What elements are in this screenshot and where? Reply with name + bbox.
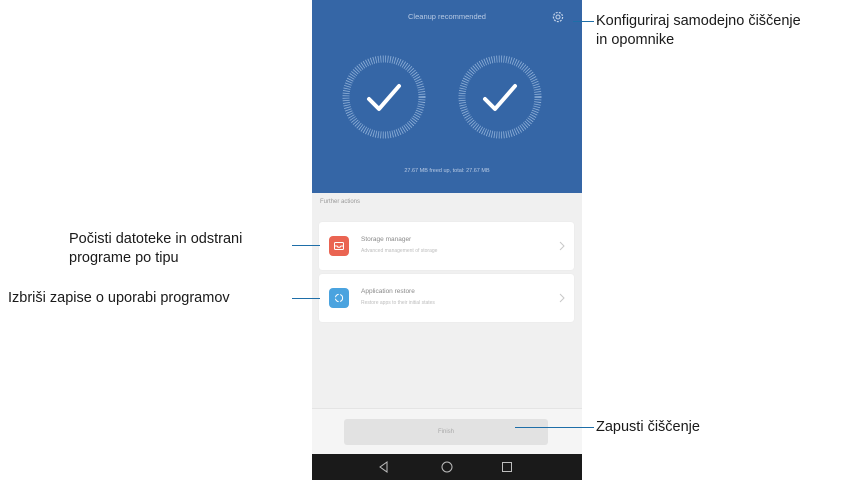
storage-callout: Počisti datoteke in odstrani programe po… bbox=[69, 230, 289, 268]
finish-leader-line bbox=[515, 427, 594, 428]
storage-callout-line-1: Počisti datoteke in odstrani bbox=[69, 231, 243, 247]
settings-callout: Konfiguriraj samodejno čiščenje in opomn… bbox=[596, 12, 801, 50]
chevron-right-icon bbox=[559, 241, 565, 251]
settings-callout-line-1: Konfiguriraj samodejno čiščenje bbox=[596, 13, 801, 29]
back-icon[interactable] bbox=[377, 460, 391, 474]
storage-leader-line bbox=[292, 245, 320, 246]
storage-manager-title: Storage manager bbox=[361, 236, 412, 243]
memory-cleaned-check-icon bbox=[342, 55, 426, 139]
application-restore-item[interactable]: Application restore Restore apps to thei… bbox=[319, 274, 574, 322]
navigation-bar bbox=[312, 454, 582, 480]
application-restore-icon bbox=[329, 288, 349, 308]
storage-manager-subtitle: Advanced management of storage bbox=[361, 248, 438, 254]
bottom-action-bar: Finish bbox=[312, 408, 582, 455]
settings-leader-line bbox=[573, 21, 594, 22]
home-icon[interactable] bbox=[440, 460, 454, 474]
application-restore-title: Application restore bbox=[361, 288, 415, 295]
recent-apps-icon[interactable] bbox=[500, 460, 514, 474]
phone-screen: Cleanup recommended 27.67 MB freed up, t… bbox=[312, 0, 582, 480]
restore-leader-line bbox=[292, 298, 320, 299]
restore-callout: Izbriši zapise o uporabi programov bbox=[8, 290, 230, 306]
settings-callout-line-2: in opomnike bbox=[596, 32, 675, 48]
cleanup-header: Cleanup recommended 27.67 MB freed up, t… bbox=[312, 0, 582, 193]
chevron-right-icon bbox=[559, 293, 565, 303]
storage-manager-icon bbox=[329, 236, 349, 256]
storage-manager-item[interactable]: Storage manager Advanced management of s… bbox=[319, 222, 574, 270]
settings-gear-icon[interactable] bbox=[551, 10, 565, 24]
storage-cleaned-check-icon bbox=[458, 55, 542, 139]
application-restore-subtitle: Restore apps to their initial states bbox=[361, 300, 435, 306]
finish-callout: Zapusti čiščenje bbox=[596, 419, 700, 435]
header-title: Cleanup recommended bbox=[408, 12, 486, 21]
storage-callout-line-2: programe po tipu bbox=[69, 250, 179, 266]
freed-space-text: 27.67 MB freed up, total: 27.67 MB bbox=[404, 168, 490, 174]
finish-button[interactable]: Finish bbox=[344, 419, 548, 445]
further-actions-label: Further actions bbox=[320, 199, 361, 205]
